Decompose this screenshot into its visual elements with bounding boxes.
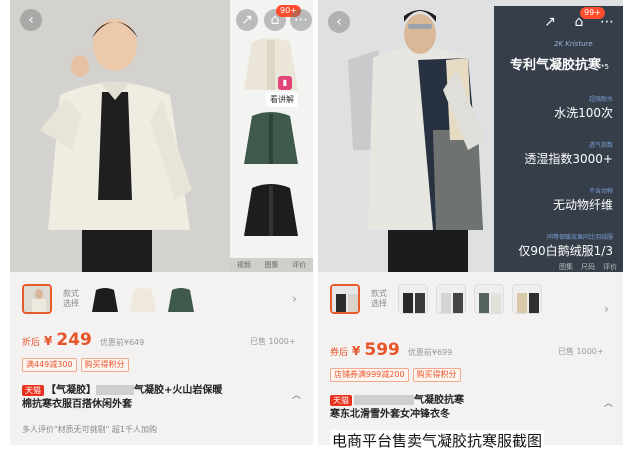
title-prefix: 【气凝胶】 <box>46 385 96 396</box>
variant-thumb-green[interactable] <box>166 284 196 314</box>
feature-item: 超强耐水 水洗100次 <box>494 94 623 121</box>
price-prefix: 券后 <box>330 348 349 358</box>
chevron-right-icon[interactable]: › <box>292 292 297 306</box>
feature-overlay: 2K Kristure 专利气凝胶抗寒*5 超强耐水 水洗100次 透气指数 透… <box>494 6 623 272</box>
collapse-caret-icon[interactable]: ︿ <box>292 388 301 401</box>
tab-reviews[interactable]: 评价 <box>603 262 617 272</box>
collapse-caret-icon[interactable]: ︿ <box>604 396 613 409</box>
tab-video[interactable]: 视频 <box>237 260 251 270</box>
feature-value: 仅90白鹅绒服1/3 <box>518 244 613 258</box>
feature-value: 水洗100次 <box>554 106 613 120</box>
feature-footnote: *5 <box>601 63 609 71</box>
variant-thumb-4[interactable] <box>474 284 504 314</box>
feature-caption: 不含动物 <box>588 188 613 195</box>
sold-count: 已售 1000+ <box>250 337 296 346</box>
original-price: 优惠前¥699 <box>407 348 453 357</box>
feature-title: 专利气凝胶抗寒*5 <box>510 54 609 73</box>
variant-selector: 款式 选择 <box>330 284 542 314</box>
tab-gallery[interactable]: 图集 <box>264 260 278 270</box>
feature-item: 不含动物 无动物纤维 <box>494 186 623 213</box>
sold-count: 已售 1000+ <box>558 347 604 356</box>
chevron-right-icon[interactable]: › <box>604 302 609 316</box>
variant-thumb-model[interactable] <box>22 284 52 314</box>
title-line2: 寒东北滑雪外套女冲锋衣冬 <box>330 409 450 420</box>
variant-thumb-1[interactable] <box>330 284 360 314</box>
variant-preview-column: ↗ ⌂ 90+ ⋯ ▮ 看讲解 视频 图集 评价 <box>230 0 313 272</box>
promo-discount[interactable]: 满449减300 <box>22 358 77 372</box>
variant-selector: 款式 选择 <box>22 284 196 314</box>
tmall-badge: 天猫 <box>330 395 352 406</box>
title-line2: 棉抗寒衣服百搭休闲外套 <box>22 399 132 410</box>
tab-size[interactable]: 尺码 <box>581 262 595 272</box>
feature-item: 透气指数 透湿指数3000+ <box>494 140 623 167</box>
more-menu-icon[interactable]: ⋯ <box>596 11 618 33</box>
sale-price: 599 <box>364 340 400 360</box>
share-button[interactable]: ↗ <box>539 11 561 33</box>
right-hero-image[interactable]: ‹ 2K Kristure 专利气凝胶抗寒*5 超强耐水 水洗100次 透气指数… <box>318 0 623 272</box>
media-tabs: 视频 图集 评价 <box>230 258 313 272</box>
tmall-badge: 天猫 <box>22 385 44 396</box>
title-line1: 气凝胶+火山岩保暖 <box>134 385 223 396</box>
promo-points[interactable]: 购买得积分 <box>412 368 461 382</box>
price-row: 券后 ¥ 599 优惠前¥699 <box>330 340 452 360</box>
sale-price: 249 <box>56 330 92 350</box>
product-title: 天猫 【气凝胶】 气凝胶+火山岩保暖 棉抗寒衣服百搭休闲外套 <box>22 384 222 412</box>
variant-thumb-2[interactable] <box>398 284 428 314</box>
price-prefix: 折后 <box>22 338 41 348</box>
variant-thumb-black[interactable] <box>90 284 120 314</box>
brand-logo: 2K Kristure <box>554 40 593 48</box>
currency-symbol: ¥ <box>352 344 361 358</box>
explain-button[interactable]: 看讲解 <box>266 92 298 107</box>
left-hero-image[interactable]: ‹ ↗ ⌂ 90+ ⋯ ▮ 看讲解 视频 图集 评价 <box>10 0 313 272</box>
product-title: 天猫 气凝胶抗寒 寒东北滑雪外套女冲锋衣冬 <box>330 394 464 422</box>
feature-title-text: 专利气凝胶抗寒 <box>510 58 602 73</box>
feature-value: 透湿指数3000+ <box>524 152 613 166</box>
feature-caption: 超强耐水 <box>588 96 613 103</box>
feature-value: 无动物纤维 <box>552 198 613 212</box>
variant-green-jacket[interactable] <box>242 108 300 170</box>
back-button[interactable]: ‹ <box>20 9 42 31</box>
review-summary: 多人评价"材质无可挑剔" 超1千人加购 <box>22 425 157 434</box>
price-row: 折后 ¥ 249 优惠前¥649 <box>22 330 144 350</box>
model-photo <box>10 0 230 272</box>
style-select-label: 款式 选择 <box>371 289 387 308</box>
promo-tags: 满449减300 购买得积分 <box>22 358 129 372</box>
back-button[interactable]: ‹ <box>328 11 350 33</box>
promo-tags: 店铺券满999减200 购买得积分 <box>330 368 461 382</box>
right-product-panel: ‹ 2K Kristure 专利气凝胶抗寒*5 超强耐水 水洗100次 透气指数… <box>318 0 623 445</box>
original-price: 优惠前¥649 <box>99 338 145 347</box>
tab-gallery[interactable]: 图集 <box>559 262 573 272</box>
redacted-brand <box>354 395 414 405</box>
left-product-panel: ‹ ↗ ⌂ 90+ ⋯ ▮ 看讲解 视频 图集 评价 款式 选择 › 折后 ¥ … <box>10 0 313 445</box>
variant-black-jacket[interactable] <box>242 180 300 242</box>
style-select-label: 款式 选择 <box>63 289 79 308</box>
figure-caption: 电商平台售卖气凝胶抗寒服截图 <box>330 430 545 451</box>
variant-thumb-5[interactable] <box>512 284 542 314</box>
share-button[interactable]: ↗ <box>236 9 258 31</box>
promo-points[interactable]: 购买得积分 <box>80 358 129 372</box>
promo-store-coupon[interactable]: 店铺券满999减200 <box>330 368 409 382</box>
tab-reviews[interactable]: 评价 <box>292 260 306 270</box>
live-explain-icon[interactable]: ▮ <box>278 76 292 90</box>
more-menu-icon[interactable]: ⋯ <box>290 9 312 31</box>
title-line1: 气凝胶抗寒 <box>414 395 464 406</box>
variant-thumb-3[interactable] <box>436 284 466 314</box>
redacted-brand <box>96 385 134 395</box>
currency-symbol: ¥ <box>44 334 53 348</box>
feature-item: 同等保暖效果同比羽绒服 仅90白鹅绒服1/3 <box>494 232 623 259</box>
media-tabs: 图集 尺码 评价 <box>559 262 617 272</box>
feature-caption: 透气指数 <box>588 142 613 149</box>
feature-caption: 同等保暖效果同比羽绒服 <box>546 234 613 241</box>
variant-thumb-cream[interactable] <box>128 284 158 314</box>
